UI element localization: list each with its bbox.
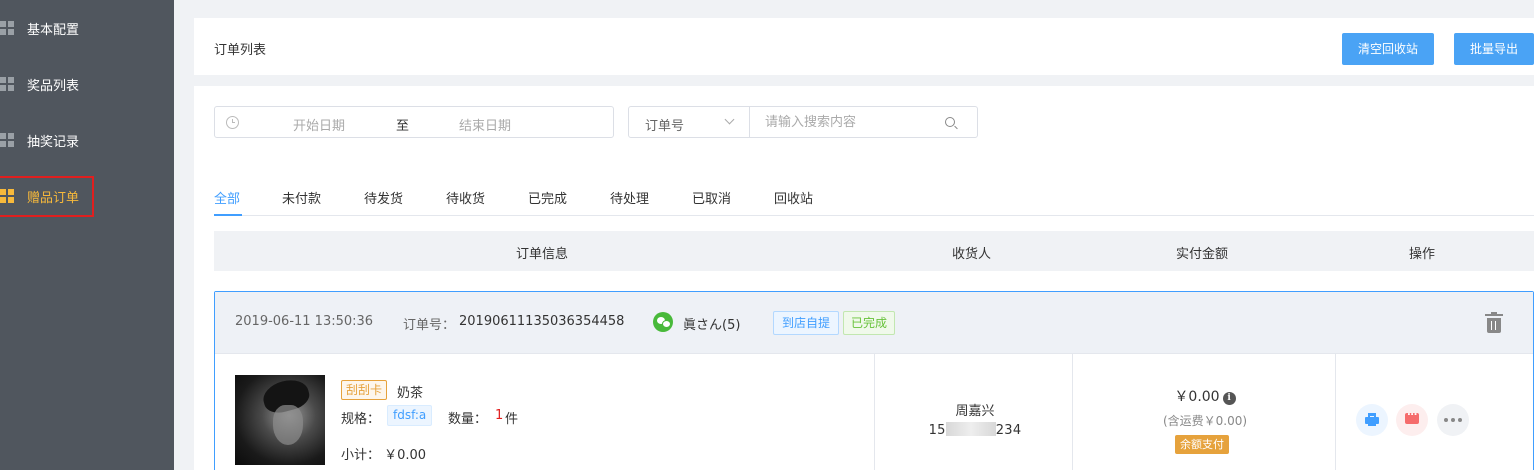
sidebar-item-prize-list[interactable]: 奖品列表	[0, 64, 174, 104]
search-input[interactable]	[751, 108, 941, 136]
info-icon[interactable]: i	[1222, 392, 1236, 405]
batch-export-button[interactable]: 批量导出	[1454, 33, 1534, 65]
column-receiver: 收货人	[952, 247, 992, 262]
clear-recycle-button[interactable]: 清空回收站	[1342, 33, 1434, 65]
spec-label: 规格：	[341, 412, 381, 427]
sidebar-item-basic-config[interactable]: 基本配置	[0, 8, 174, 48]
status-badge: 已完成	[843, 311, 896, 335]
more-button[interactable]	[1437, 404, 1469, 436]
date-separator: 至	[396, 119, 410, 134]
sidebar: 基本配置 奖品列表 抽奖记录 赠品订单	[0, 0, 174, 470]
paid-amount-value: ￥0.00	[1174, 389, 1220, 405]
receiver-phone: 15 234	[915, 422, 1035, 438]
column-divider	[874, 354, 875, 470]
quantity-value: 1	[495, 408, 504, 423]
order-card: 2019-06-11 13:50:36 订单号： 201906111350363…	[214, 291, 1534, 470]
search-group: 订单号	[628, 106, 978, 138]
start-date-input[interactable]: 开始日期	[293, 115, 345, 134]
search-type-value: 订单号	[645, 119, 685, 134]
delivery-tag: 到店自提	[773, 311, 840, 335]
quantity-unit: 件	[505, 412, 519, 427]
tab-all[interactable]: 全部	[214, 188, 240, 207]
page-header: 订单列表 清空回收站 批量导出	[194, 18, 1534, 75]
shipping-fee: (含运费￥0.00)	[1162, 414, 1248, 428]
product-image	[235, 375, 325, 465]
status-tabs: 全部 未付款 待发货 待收货 已完成 待处理 已取消 回收站	[214, 186, 1534, 216]
product-type-tag: 刮刮卡	[341, 380, 388, 400]
quantity-label: 数量：	[448, 412, 488, 427]
column-divider	[1072, 354, 1073, 470]
trash-icon[interactable]	[1485, 312, 1503, 334]
sidebar-item-label: 奖品列表	[27, 78, 80, 94]
more-dot	[1451, 418, 1455, 422]
chevron-down-icon	[724, 114, 735, 125]
date-range-picker[interactable]: 开始日期 至 结束日期	[214, 106, 614, 138]
tab-pending[interactable]: 待处理	[610, 188, 649, 207]
buyer-name: 眞さん(5)	[683, 318, 741, 333]
phone-mask	[945, 422, 996, 436]
tab-to-receive[interactable]: 待收货	[446, 188, 485, 207]
column-order-info: 订单信息	[516, 247, 569, 262]
tab-unpaid[interactable]: 未付款	[282, 188, 321, 207]
print-button[interactable]	[1356, 404, 1388, 436]
column-paid-amount: 实付金额	[1176, 247, 1229, 262]
tab-completed[interactable]: 已完成	[528, 188, 567, 207]
phone-prefix: 15	[928, 423, 946, 438]
tab-cancelled[interactable]: 已取消	[692, 188, 731, 207]
active-tab-indicator	[214, 214, 242, 216]
end-date-input[interactable]: 结束日期	[459, 115, 511, 134]
search-type-select[interactable]: 订单号	[629, 107, 750, 137]
paid-amount: ￥0.00 i	[1135, 386, 1275, 406]
product-name: 奶茶	[397, 386, 424, 401]
table-header: 订单信息 收货人 实付金额 操作	[214, 231, 1534, 271]
grid-icon	[0, 133, 14, 147]
payment-method-tag: 余额支付	[1175, 435, 1229, 454]
sidebar-item-label: 基本配置	[27, 22, 80, 38]
subtotal: 小计： ￥0.00	[341, 448, 427, 463]
message-button[interactable]	[1396, 404, 1428, 436]
phone-suffix: 234	[995, 423, 1022, 438]
clock-icon	[226, 116, 239, 129]
order-time: 2019-06-11 13:50:36	[235, 314, 374, 329]
tab-recycle-bin[interactable]: 回收站	[774, 188, 813, 207]
grid-icon	[0, 77, 14, 91]
grid-icon	[0, 21, 14, 35]
more-dot	[1444, 418, 1448, 422]
search-icon[interactable]	[945, 117, 955, 127]
order-number: 20190611135036354458	[459, 314, 625, 329]
wechat-icon	[653, 312, 673, 332]
order-header: 2019-06-11 13:50:36 订单号： 201906111350363…	[215, 292, 1533, 354]
order-panel: 开始日期 至 结束日期 订单号 全部 未付款 待发货 待收货 已完成 待处理 已…	[194, 86, 1534, 470]
more-dot	[1458, 418, 1462, 422]
highlight-box	[0, 176, 94, 217]
column-divider	[1335, 354, 1336, 470]
page-title: 订单列表	[214, 43, 267, 58]
spec-tag: fdsf:a	[387, 405, 433, 426]
sidebar-item-lottery-records[interactable]: 抽奖记录	[0, 120, 174, 160]
receiver-name: 周嘉兴	[955, 404, 995, 419]
column-actions: 操作	[1409, 247, 1436, 262]
order-no-label: 订单号：	[403, 318, 456, 333]
tab-to-ship[interactable]: 待发货	[364, 188, 403, 207]
sidebar-item-label: 抽奖记录	[27, 134, 80, 150]
